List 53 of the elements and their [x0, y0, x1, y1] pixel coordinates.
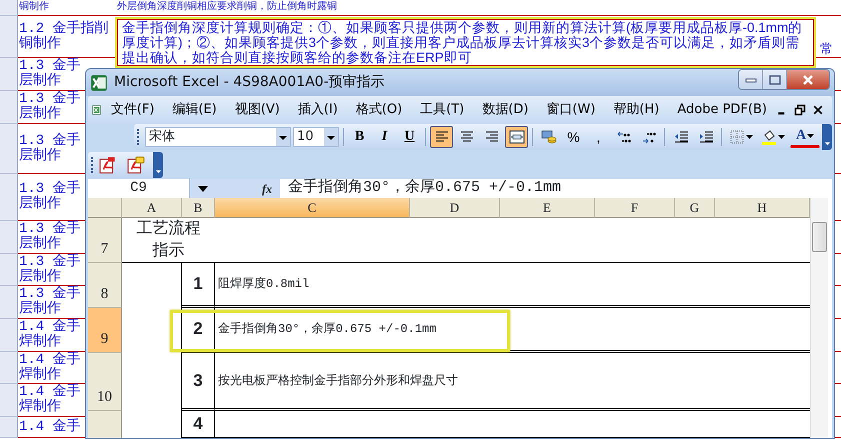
menu-item[interactable]: 格式(O) — [346, 100, 412, 120]
column-header[interactable]: E — [500, 198, 595, 218]
font-size-dropdown[interactable]: 10 — [293, 127, 339, 147]
menu-item[interactable]: 数据(D) — [473, 100, 538, 120]
insert-function-button[interactable]: fx — [262, 180, 272, 198]
table-cell: 3 — [182, 353, 215, 411]
column-header[interactable]: F — [595, 198, 675, 218]
row-header[interactable]: 8 — [88, 263, 122, 308]
column-header[interactable]: H — [715, 198, 810, 218]
row-label: 1.4 金手 焊制作 — [18, 352, 81, 382]
row-label: 1.3 金手 层制作 — [18, 254, 81, 284]
comment-note: 金手指倒角深度计算规则确定：①、如果顾客只提供两个参数，则用新的算法计算(板厚要用成品板厚-0.1mm的厚度计算)；②、如果顾客提供3个参数，则直接用客户成品板厚去计算核实3个参数是否可以满足，如矛盾则需提出确认，如符合则直接按顾客给的参数备注在ERP即可 — [117, 19, 814, 66]
column-header[interactable]: G — [675, 198, 715, 218]
row-header[interactable]: 10 — [88, 353, 122, 411]
row-label: 1.3 金手 层制作 — [18, 182, 81, 212]
menu-item[interactable]: 窗口(W) — [537, 100, 604, 120]
percent-button[interactable]: % — [562, 126, 585, 148]
menu-item[interactable]: 文件(F) — [102, 100, 164, 120]
row-label: 1.3 金手 层制作 — [18, 287, 81, 317]
table-cell: 工艺流程 指示 — [122, 218, 215, 263]
row-label: 1.3 金手 层制作 — [18, 59, 81, 89]
menu-item[interactable]: 帮助(H) — [604, 100, 668, 120]
row-label: 1.3 金手 层制作 — [18, 92, 81, 122]
italic-button[interactable]: I — [373, 126, 396, 148]
row-label: 铜制作 — [18, 0, 49, 14]
underline-button[interactable]: U — [398, 126, 421, 148]
menu-item[interactable]: 插入(I) — [288, 100, 347, 120]
menu-item[interactable]: 编辑(E) — [163, 100, 226, 120]
row-label: 1.4 金手 焊制作 — [18, 320, 81, 350]
column-header[interactable]: D — [410, 198, 500, 218]
row-header[interactable]: 7 — [88, 218, 122, 263]
row-label: 1.4 金手 — [18, 420, 81, 434]
column-header[interactable]: B — [182, 198, 215, 218]
table-cell: 2 — [182, 308, 215, 353]
menu-item[interactable]: 视图(V) — [226, 100, 289, 120]
column-header[interactable]: A — [122, 198, 182, 218]
table-cell: 4 — [182, 411, 215, 438]
window-title: Microsoft Excel - 4S98A001A0-预审指示 — [114, 73, 385, 92]
menu-item[interactable]: Adobe PDF(B) — [668, 100, 776, 120]
row-header[interactable]: 9 — [88, 308, 122, 353]
note-text: 常 — [820, 42, 833, 55]
row-label: 1.3 金手 层制作 — [18, 222, 81, 252]
row-label: 1.4 金手 焊制作 — [18, 385, 81, 415]
comma-button[interactable]: , — [587, 126, 610, 148]
row-label: 1.2 金手指削 铜制作 — [18, 22, 109, 52]
font-dropdown[interactable]: 宋体 — [145, 127, 291, 147]
column-header[interactable]: C — [215, 198, 410, 218]
formula-field[interactable]: 金手指倒角30°，余厚0.675 +/-0.1mm — [280, 177, 562, 200]
bold-button[interactable]: B — [348, 126, 371, 148]
note-text: 外层倒角深度削铜相应要求削铜，防止倒角时露铜 — [116, 0, 338, 14]
menu-item[interactable]: 工具(T) — [411, 100, 474, 120]
table-cell: 1 — [182, 263, 215, 308]
row-label: 1.3 金手 层制作 — [18, 134, 81, 164]
